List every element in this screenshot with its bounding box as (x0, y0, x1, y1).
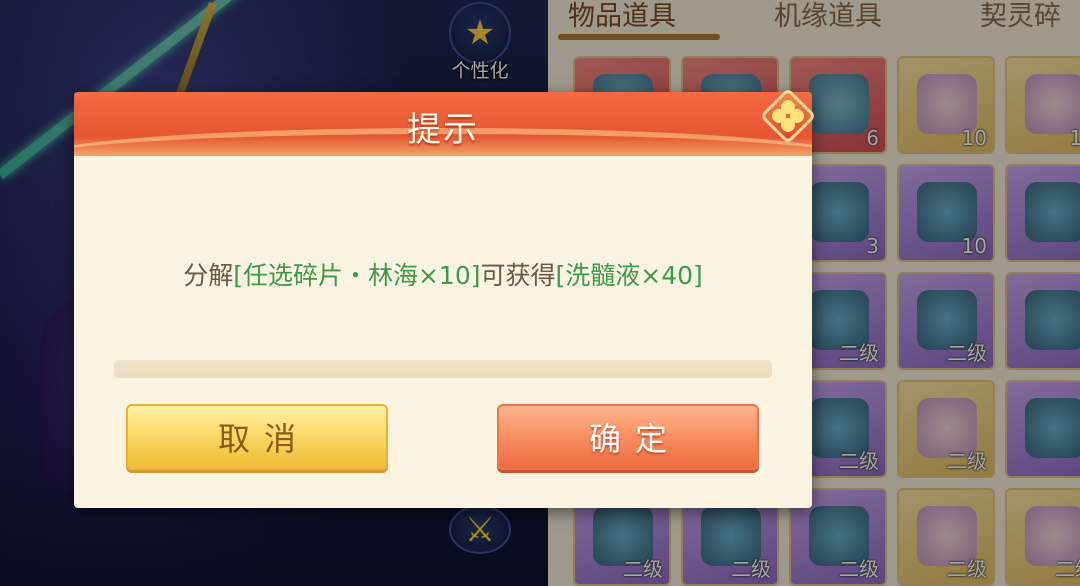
dialog-divider (114, 360, 772, 378)
message-reward: [洗髓液×40] (555, 261, 703, 290)
close-button[interactable] (759, 87, 817, 145)
flower-close-icon (759, 87, 817, 145)
dialog-header: 提示 (74, 92, 812, 156)
dialog-message: 分解[任选碎片・林海×10]可获得[洗髓液×40] (74, 256, 812, 292)
message-prefix: 分解 (183, 261, 234, 290)
message-middle: 可获得 (480, 261, 556, 290)
cancel-button[interactable]: 取消 (126, 404, 388, 470)
message-item: [任选碎片・林海×10] (233, 261, 481, 290)
dialog-title: 提示 (407, 110, 479, 150)
confirm-button[interactable]: 确定 (497, 404, 759, 470)
confirm-dialog: 提示 分解[任选碎片・林海×10]可获得[洗髓液×40] 取消 确定 (74, 92, 812, 508)
